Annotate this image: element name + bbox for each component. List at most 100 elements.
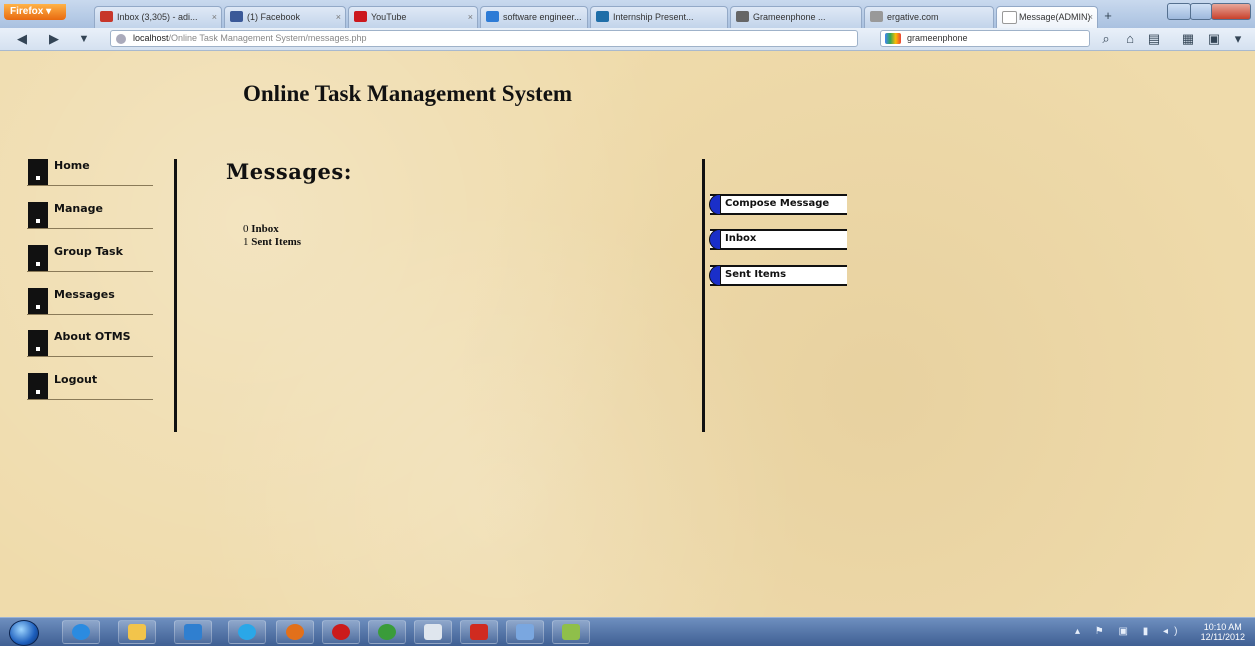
notepad-icon — [424, 624, 442, 640]
file-explorer-icon — [128, 624, 146, 640]
system-tray-icons[interactable]: ▴ ⚑ ▣ ▮ ◂) — [1075, 626, 1183, 637]
taskbar-paint[interactable] — [506, 620, 544, 644]
search-engine-icon[interactable] — [885, 33, 901, 44]
opera-icon — [332, 624, 350, 640]
taskbar-firefox[interactable] — [276, 620, 314, 644]
nav-label: Group Task — [54, 245, 123, 258]
home-icon[interactable]: ⌂ — [1122, 31, 1138, 47]
nav-manage[interactable]: Manage — [27, 202, 153, 229]
acrobat-icon — [470, 624, 488, 640]
tab-title: ergative.com — [887, 12, 939, 22]
maximize-button[interactable] — [1190, 3, 1212, 20]
address-bar[interactable]: localhost/Online Task Management System/… — [110, 30, 858, 47]
right-divider — [702, 159, 705, 432]
taskbar-opera[interactable] — [322, 620, 360, 644]
sent-count: 1 — [243, 236, 249, 248]
url-path: /Online Task Management System/messages.… — [168, 33, 367, 43]
nav-about-otms[interactable]: About OTMS — [27, 330, 153, 357]
taskbar-image-editor[interactable] — [552, 620, 590, 644]
taskbar-ie[interactable] — [62, 620, 100, 644]
browser-tab-bar: Firefox ▾ Inbox (3,305) - adi... × (1) F… — [0, 0, 1255, 29]
nav-bullet-icon — [28, 288, 48, 314]
button-cap-icon — [709, 194, 721, 215]
left-divider — [174, 159, 177, 432]
youtube-icon — [354, 11, 367, 22]
tab-gmail[interactable]: Inbox (3,305) - adi... × — [94, 6, 222, 28]
nav-label: About OTMS — [54, 330, 131, 343]
site-title: Online Task Management System — [243, 81, 573, 106]
button-cap-icon — [709, 265, 721, 286]
image-editor-icon — [562, 624, 580, 640]
messages-heading: Messages: — [226, 159, 352, 184]
back-icon[interactable]: ◀ — [14, 31, 30, 47]
internet-explorer-icon — [72, 624, 90, 640]
wikipedia-icon — [736, 11, 749, 22]
taskbar-media-player[interactable] — [174, 620, 212, 644]
search-engine-icon — [486, 11, 499, 22]
firefox-icon — [286, 624, 304, 640]
tab-title: Internship Present... — [613, 12, 694, 22]
taskbar-notepad[interactable] — [414, 620, 452, 644]
clock-time: 10:10 AM — [1203, 622, 1242, 632]
close-icon[interactable]: × — [1088, 7, 1093, 27]
tab-title: Grameenphone ... — [753, 12, 826, 22]
tab-ergative[interactable]: ergative.com — [864, 6, 994, 28]
tab-grameenphone[interactable]: Grameenphone ... — [730, 6, 862, 28]
tab-message-admin[interactable]: Message(ADMIN) × — [996, 6, 1098, 28]
firefox-menu-button[interactable]: Firefox ▾ — [4, 4, 66, 20]
new-tab-button[interactable]: + — [1100, 7, 1116, 25]
button-label: Compose Message — [725, 198, 830, 209]
compose-message-button[interactable]: Compose Message — [709, 194, 847, 215]
clock[interactable]: 10:10 AM 12/11/2012 — [1201, 622, 1245, 642]
search-value: grameenphone — [907, 33, 968, 43]
page-icon — [1002, 11, 1017, 24]
tab-software-engineer[interactable]: software engineer... — [480, 6, 588, 28]
nav-bullet-icon — [28, 202, 48, 228]
inbox-count-row[interactable]: 0 Inbox — [243, 223, 301, 236]
slideshare-icon — [596, 11, 609, 22]
sent-items-button[interactable]: Sent Items — [709, 265, 847, 286]
button-label: Inbox — [725, 233, 757, 244]
site-identity-icon[interactable] — [116, 34, 126, 44]
close-icon[interactable]: × — [212, 7, 217, 27]
downloads-icon[interactable]: ▣ — [1206, 31, 1222, 47]
minimize-button[interactable] — [1167, 3, 1191, 20]
web-page: Online Task Management System Home Manag… — [0, 51, 1255, 617]
tab-title: Message(ADMIN) — [1019, 12, 1091, 22]
sent-count-row[interactable]: 1 Sent Items — [243, 236, 301, 249]
inbox-button[interactable]: Inbox — [709, 229, 847, 250]
close-icon[interactable]: × — [468, 7, 473, 27]
nav-label: Logout — [54, 373, 98, 386]
addon-icon[interactable]: ▦ — [1180, 31, 1196, 47]
button-label: Sent Items — [725, 269, 787, 280]
tab-facebook[interactable]: (1) Facebook × — [224, 6, 346, 28]
nav-messages[interactable]: Messages — [27, 288, 153, 315]
tab-title: (1) Facebook — [247, 12, 301, 22]
bookmarks-icon[interactable]: ▤ — [1146, 31, 1162, 47]
close-icon[interactable]: × — [336, 7, 341, 27]
tab-title: software engineer... — [503, 12, 582, 22]
nav-home[interactable]: Home — [27, 159, 153, 186]
nav-bullet-icon — [28, 245, 48, 271]
paint-icon — [516, 624, 534, 640]
media-player-icon — [184, 624, 202, 640]
search-field[interactable]: grameenphone — [880, 30, 1090, 47]
nav-label: Home — [54, 159, 90, 172]
search-icon[interactable]: ⌕ — [1098, 31, 1114, 47]
window-close-button[interactable] — [1211, 3, 1251, 20]
inbox-count: 0 — [243, 223, 249, 235]
taskbar-explorer[interactable] — [118, 620, 156, 644]
start-button[interactable] — [9, 620, 39, 646]
taskbar-skype[interactable] — [228, 620, 266, 644]
history-icon[interactable]: ▼ — [76, 31, 92, 47]
nav-group-task[interactable]: Group Task — [27, 245, 153, 272]
forward-icon[interactable]: ▶ — [46, 31, 62, 47]
menu-icon[interactable]: ▾ — [1230, 31, 1246, 47]
tab-internship[interactable]: Internship Present... — [590, 6, 728, 28]
taskbar-acrobat[interactable] — [460, 620, 498, 644]
nav-bullet-icon — [28, 330, 48, 356]
nav-logout[interactable]: Logout — [27, 373, 153, 400]
tab-youtube[interactable]: YouTube × — [348, 6, 478, 28]
taskbar-chrome[interactable] — [368, 620, 406, 644]
url-host: localhost — [133, 33, 169, 43]
